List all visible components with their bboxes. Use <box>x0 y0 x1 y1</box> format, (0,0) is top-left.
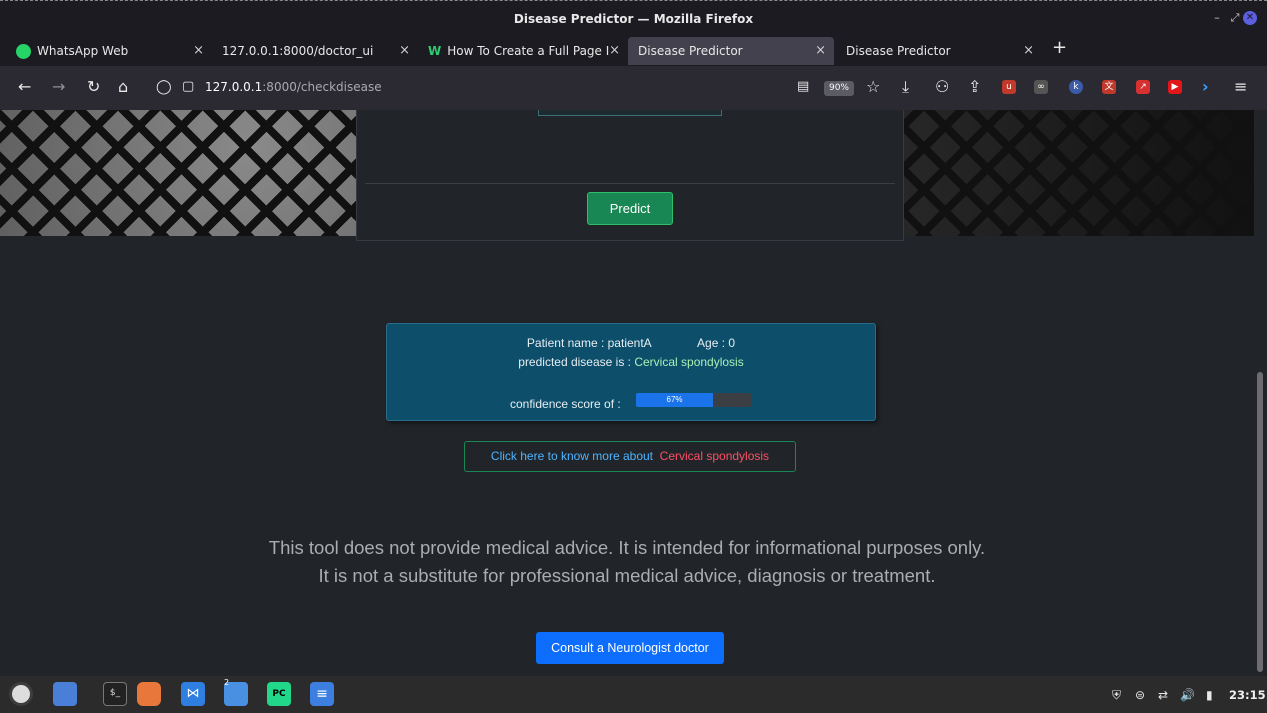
pycharm-icon[interactable]: PC <box>267 682 291 706</box>
url-path: :8000/checkdisease <box>262 80 382 94</box>
navigation-bar: ← → ↻ ⌂ ◯ ▢ 127.0.0.1:8000/checkdisease … <box>0 66 1267 110</box>
prediction-line: predicted disease is : Cervical spondylo… <box>387 355 875 369</box>
zoom-level[interactable]: 90% <box>824 81 854 96</box>
youtube-icon[interactable]: ▶ <box>1168 80 1182 94</box>
home-icon[interactable]: ⌂ <box>118 78 128 96</box>
know-more-prefix: Click here to know more about <box>490 449 653 463</box>
window-count-badge: 2 <box>224 678 230 687</box>
patient-age: Age : 0 <box>697 336 736 350</box>
result-box: Patient name : patientA Age : 0 predicte… <box>386 323 876 421</box>
url-host: 127.0.0.1 <box>205 80 263 94</box>
minimize-icon[interactable]: – <box>1210 11 1224 25</box>
vscode-icon[interactable]: ⋈ <box>181 682 205 706</box>
disclaimer: This tool does not provide medical advic… <box>0 534 1254 590</box>
battery-icon[interactable]: ▮ <box>1206 688 1213 702</box>
close-tab-icon[interactable]: × <box>609 43 620 58</box>
download-icon[interactable]: ⤓ <box>902 78 909 96</box>
tab-strip: WhatsApp Web × 127.0.0.1:8000/doctor_ui … <box>0 34 1267 66</box>
tab-disease-predictor-active[interactable]: Disease Predictor × <box>628 37 834 65</box>
window-titlebar: Disease Predictor — Mozilla Firefox – ⤢ … <box>0 0 1267 34</box>
url-bar[interactable]: 127.0.0.1:8000/checkdisease <box>205 80 382 94</box>
confidence-progress-bar: 67% <box>636 393 751 407</box>
know-more-link[interactable]: Click here to know more about Cervical s… <box>464 441 796 472</box>
page-icon: ▢ <box>182 79 195 94</box>
disclaimer-line-1: This tool does not provide medical advic… <box>268 537 986 558</box>
terminal-icon[interactable]: $_ <box>103 682 127 706</box>
sticky-tray-icon[interactable]: ⊜ <box>1135 688 1145 702</box>
close-tab-icon[interactable]: × <box>1023 43 1034 58</box>
translate-icon[interactable]: 文 <box>1102 80 1116 94</box>
menu-icon[interactable]: ≡ <box>1234 78 1247 96</box>
volume-icon[interactable]: 🔊 <box>1180 688 1195 702</box>
clock[interactable]: 23:15 <box>1229 688 1266 702</box>
disclaimer-line-2: It is not a substitute for professional … <box>318 565 936 586</box>
reload-icon[interactable]: ↻ <box>87 78 100 96</box>
mint-menu-icon[interactable] <box>9 682 33 706</box>
text-editor-icon[interactable]: ≡ <box>310 682 334 706</box>
shield-icon[interactable]: ◯ <box>156 78 172 96</box>
scrollbar-thumb[interactable] <box>1257 372 1263 672</box>
close-tab-icon[interactable]: × <box>193 43 204 58</box>
card-divider <box>365 183 895 184</box>
back-icon[interactable]: ← <box>18 78 31 96</box>
forward-icon[interactable]: → <box>52 78 65 96</box>
screen: Disease Predictor — Mozilla Firefox – ⤢ … <box>0 0 1267 713</box>
confidence-fill: 67% <box>636 393 714 407</box>
w-logo-icon: W <box>428 44 442 58</box>
know-more-disease: Cervical spondylosis <box>659 449 770 463</box>
symptoms-textarea[interactable] <box>538 110 722 116</box>
close-tab-icon[interactable]: × <box>399 43 410 58</box>
tab-how-to[interactable]: W How To Create a Full Page I × <box>418 37 628 65</box>
predicted-disease: Cervical spondylosis <box>634 355 744 369</box>
show-desktop-icon[interactable] <box>53 682 77 706</box>
extension-glasses-icon[interactable]: ∞ <box>1034 80 1048 94</box>
predict-button[interactable]: Predict <box>587 192 673 225</box>
page-content: Predict Patient name : patientA Age : 0 … <box>0 110 1254 676</box>
whatsapp-icon <box>16 43 31 59</box>
patient-name: Patient name : patientA <box>526 336 652 350</box>
tab-label: Disease Predictor <box>638 44 743 58</box>
tab-label: How To Create a Full Page I <box>447 44 610 58</box>
tab-doctor-ui[interactable]: 127.0.0.1:8000/doctor_ui × <box>212 37 418 65</box>
reader-view-icon[interactable]: ▤ <box>797 78 809 96</box>
ublock-icon[interactable]: u <box>1002 80 1016 94</box>
predicted-prefix: predicted disease is : <box>518 355 631 369</box>
patient-info: Patient name : patientA Age : 0 <box>387 336 875 350</box>
tab-disease-predictor[interactable]: Disease Predictor × <box>836 37 1042 65</box>
tab-label: Disease Predictor <box>846 44 951 58</box>
bookmark-star-icon[interactable]: ☆ <box>866 78 880 96</box>
window-title: Disease Predictor — Mozilla Firefox <box>513 12 754 26</box>
close-window-icon[interactable]: ✕ <box>1243 11 1257 25</box>
prediction-form-card: Predict <box>356 110 904 241</box>
tab-whatsapp[interactable]: WhatsApp Web × <box>6 37 212 65</box>
tab-label: WhatsApp Web <box>37 44 129 58</box>
os-taskbar: $_ ⋈ 2 PC ≡ ⛨ ⊜ ⇄ 🔊 ▮ 23:15 <box>0 676 1267 713</box>
consult-doctor-button[interactable]: Consult a Neurologist doctor <box>536 632 724 664</box>
extensions-more-icon[interactable]: › <box>1202 78 1209 96</box>
confidence-label: confidence score of : <box>510 397 621 411</box>
shield-tray-icon[interactable]: ⛨ <box>1112 688 1121 703</box>
share-icon[interactable]: ⇪ <box>968 78 981 96</box>
tab-label: 127.0.0.1:8000/doctor_ui <box>222 44 374 58</box>
new-tab-icon[interactable]: + <box>1052 37 1067 58</box>
extension-red-icon[interactable]: ↗ <box>1136 80 1150 94</box>
account-icon[interactable]: ⚇ <box>935 78 949 96</box>
maximize-icon[interactable]: ⤢ <box>1228 11 1242 25</box>
close-tab-icon[interactable]: × <box>815 43 826 58</box>
network-icon[interactable]: ⇄ <box>1158 688 1168 702</box>
extension-cursor-icon[interactable]: k <box>1069 80 1083 94</box>
firefox-icon[interactable] <box>137 682 161 706</box>
